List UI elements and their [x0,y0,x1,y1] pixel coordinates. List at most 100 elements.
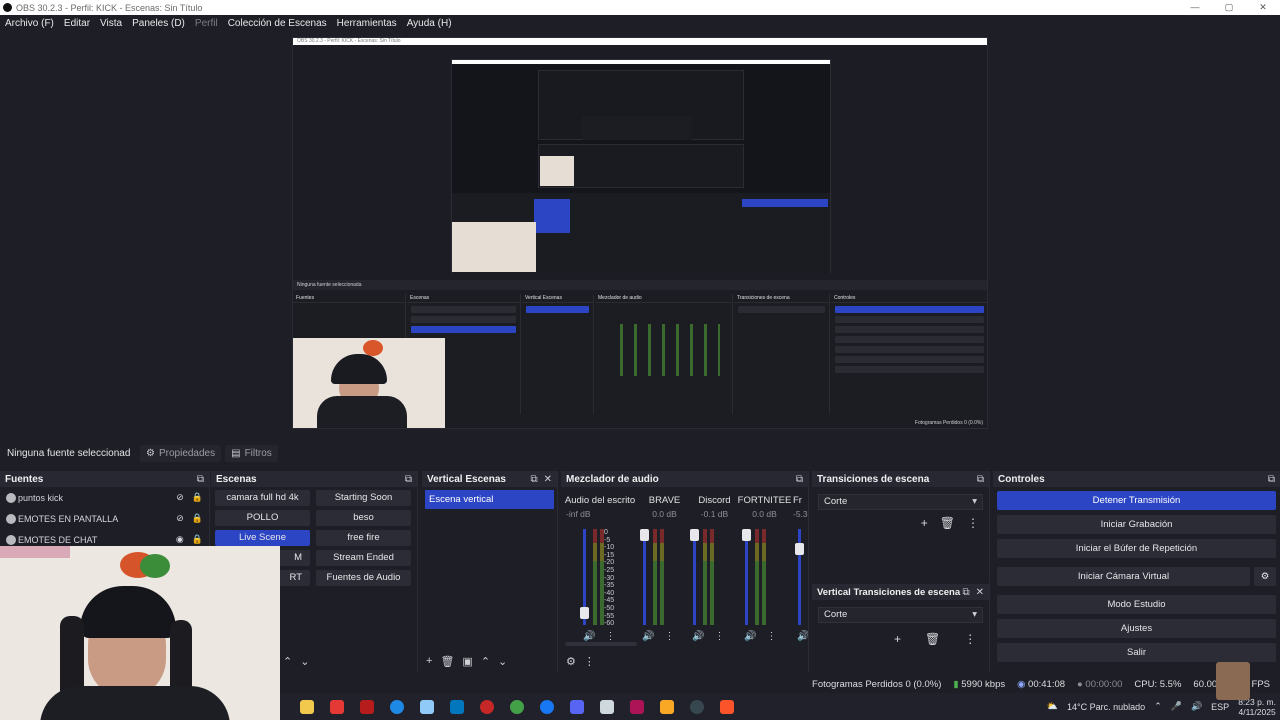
outlook-icon[interactable] [450,699,464,714]
add-icon[interactable]: + [921,516,928,530]
studio-mode-button[interactable]: Modo Estudio [997,595,1276,614]
close-icon[interactable]: ✕ [544,474,552,485]
more-icon[interactable]: ⋮ [605,631,615,642]
replay-buffer-button[interactable]: Iniciar el Búfer de Repetición [997,539,1276,558]
exit-button[interactable]: Salir [997,643,1276,662]
close-icon[interactable]: ✕ [976,587,984,598]
more-icon[interactable]: ⋮ [967,516,979,530]
fader-knob[interactable] [640,529,649,541]
scene-button[interactable]: camara full hd 4k [215,490,310,506]
speaker-icon[interactable]: 🔊 [692,631,704,642]
undock-icon[interactable]: ⧉ [530,474,537,485]
properties-button[interactable]: ⚙ Propiedades [140,445,222,462]
menu-ayuda[interactable]: Ayuda (H) [407,18,452,29]
fader-knob[interactable] [690,529,699,541]
obs-icon[interactable] [690,699,704,714]
start-recording-button[interactable]: Iniciar Grabación [997,515,1276,534]
vertical-transition-select[interactable]: Corte [818,607,983,623]
more-icon[interactable]: ⋮ [714,631,724,642]
scene-button[interactable]: Stream Ended [316,550,411,566]
trash-icon[interactable]: 🗑 [925,632,940,646]
virtual-camera-settings-button[interactable]: ⚙ [1254,567,1276,586]
trash-icon[interactable]: 🗑 [440,655,454,668]
stop-streaming-button[interactable]: Detener Transmisión [997,491,1276,510]
source-item[interactable]: EMOTES EN PANTALLA ⊘ 🔒 [0,508,209,529]
gear-icon[interactable]: ⚙ [566,655,576,668]
more-icon[interactable]: ⋮ [964,632,976,646]
source-item[interactable]: puntos kick ⊘ 🔒 [0,487,209,508]
app-icon[interactable] [630,699,644,714]
eye-icon[interactable]: ◉ [176,534,184,545]
speaker-icon[interactable]: 🔊 [583,631,595,642]
settings-button[interactable]: Ajustes [997,619,1276,638]
move-up-icon[interactable]: ⌃ [283,655,292,668]
lock-icon[interactable]: 🔒 [192,534,203,545]
more-icon[interactable]: ⋮ [584,655,595,668]
menu-herramientas[interactable]: Herramientas [337,18,397,29]
undock-icon[interactable]: ⧉ [197,474,204,485]
transition-select[interactable]: Corte [818,494,983,510]
maximize-button[interactable]: ▢ [1212,0,1246,15]
more-icon[interactable]: ⋮ [766,631,776,642]
undock-icon[interactable]: ⧉ [1268,474,1275,485]
scene-button[interactable]: Fuentes de Audio [316,570,411,586]
chevron-up-icon[interactable]: ⌃ [1154,701,1162,712]
fader-knob[interactable] [795,543,804,555]
netflix-icon[interactable] [360,699,374,714]
fader-knob[interactable] [742,529,751,541]
speaker-icon[interactable]: 🔊 [744,631,756,642]
edge-icon[interactable] [390,699,404,714]
discord-icon[interactable] [570,699,584,714]
volume-fader[interactable] [643,529,646,625]
scene-button[interactable]: free fire [316,530,411,546]
volume-icon[interactable]: 🔊 [1191,701,1202,712]
menu-coleccion[interactable]: Colección de Escenas [228,18,327,29]
microphone-icon[interactable]: 🎤 [1171,701,1182,712]
filters-button[interactable]: ▤ Filtros [225,445,278,462]
lock-icon[interactable]: 🔒 [192,492,203,503]
weather-label[interactable]: 14°C Parc. nublado [1067,702,1145,712]
folder-icon[interactable] [660,699,674,714]
add-icon[interactable]: + [894,632,901,646]
store-icon[interactable] [300,699,314,714]
hidden-eye-icon[interactable]: ⊘ [176,513,184,524]
menu-vista[interactable]: Vista [100,18,122,29]
more-icon[interactable]: ⋮ [664,631,674,642]
pen-icon[interactable] [420,699,434,714]
brave-icon[interactable] [720,699,734,714]
minimize-button[interactable]: — [1178,0,1212,15]
undock-icon[interactable]: ⧉ [405,474,412,485]
undock-icon[interactable]: ⧉ [962,587,969,598]
add-icon[interactable]: + [426,655,432,668]
volume-fader[interactable] [693,529,696,625]
chrome-icon[interactable] [510,699,524,714]
language-label[interactable]: ESP [1211,702,1229,712]
speaker-icon[interactable]: 🔊 [642,631,654,642]
app-icon[interactable] [600,699,614,714]
scene-button[interactable]: Starting Soon [316,490,411,506]
opera-icon[interactable] [480,699,494,714]
menu-archivo[interactable]: Archivo (F) [5,18,54,29]
undock-icon[interactable]: ⧉ [977,474,984,485]
menu-paneles[interactable]: Paneles (D) [132,18,185,29]
hidden-eye-icon[interactable]: ⊘ [176,492,184,503]
move-down-icon[interactable]: ⌄ [498,655,507,668]
move-down-icon[interactable]: ⌄ [300,655,309,668]
preview-area[interactable]: OBS 30.2.3 - Perfil: KICK - Escenas: Sin… [0,32,1280,438]
scene-button-active[interactable]: Live Scene [215,530,310,546]
scene-button[interactable]: beso [316,510,411,526]
move-up-icon[interactable]: ⌃ [481,655,490,668]
menu-perfil[interactable]: Perfil [195,18,218,29]
virtual-camera-button[interactable]: Iniciar Cámara Virtual [997,567,1250,586]
youtube-icon[interactable] [330,699,344,714]
scene-button[interactable]: POLLO [215,510,310,526]
trash-icon[interactable]: 🗑 [940,516,955,530]
vertical-scene-item[interactable]: Escena vertical [425,490,554,509]
lock-icon[interactable]: 🔒 [192,513,203,524]
facebook-icon[interactable] [540,699,554,714]
close-button[interactable]: ✕ [1246,0,1280,15]
speaker-icon[interactable]: 🔊 [797,631,808,642]
config-icon[interactable]: ▣ [462,655,472,668]
volume-fader[interactable] [745,529,748,625]
mixer-scrollbar[interactable] [565,642,637,646]
